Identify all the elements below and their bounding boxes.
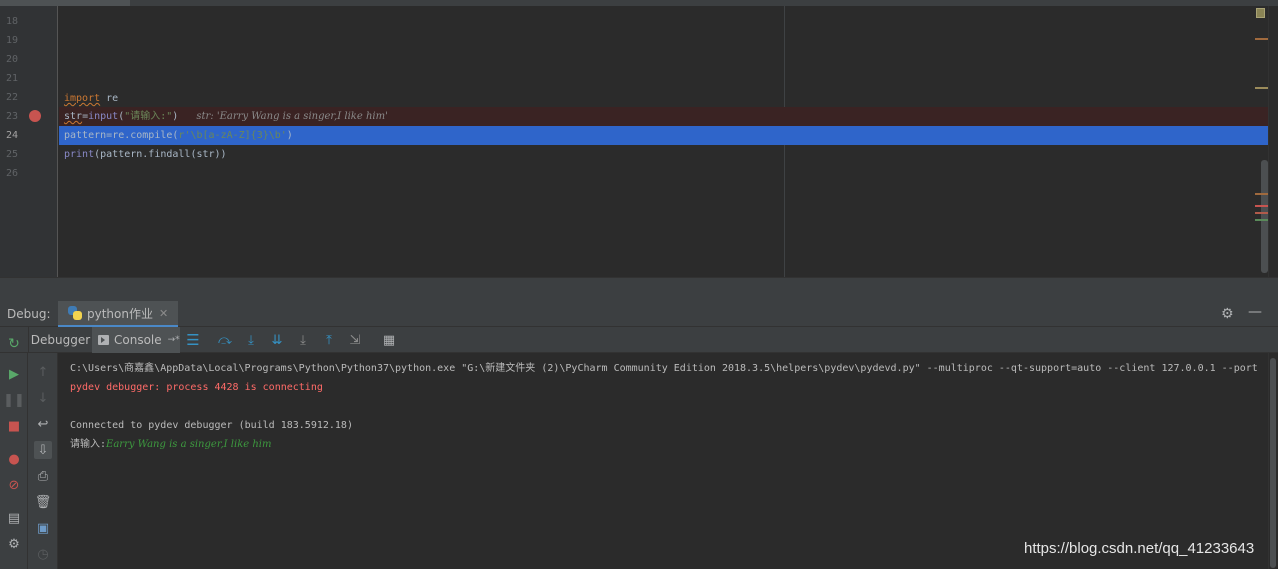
gear-icon[interactable]: ⚙ [1221,306,1234,322]
force-step-into-icon[interactable]: ⤓ [294,331,312,349]
warning-stripe[interactable] [1255,87,1268,89]
step-into-icon[interactable]: ⤓ [242,331,260,349]
soft-wrap-icon[interactable]: ↩ [34,415,52,433]
line-number: 26 [6,168,19,179]
breakpoint-icon[interactable] [29,110,41,122]
tab-console[interactable]: Console →* [92,327,180,353]
show-execution-point-icon[interactable]: ☰ [184,331,202,349]
string-literal: "请输入:" [124,111,173,122]
warning-stripe[interactable] [1255,38,1268,40]
watermark: https://blog.csdn.net/qq_41233643 [1024,540,1255,557]
code-line-25[interactable]: print(pattern.findall(str)) [59,145,1269,164]
user-input-text: Earry Wang is a singer,I like him [106,439,272,450]
inspection-status-icon[interactable] [1256,8,1265,18]
code-text: (pattern.findall(str)) [94,149,227,160]
tool-window-splitter[interactable] [0,277,1278,301]
resume-icon[interactable]: ▶ [5,365,23,383]
editor-scrollbar[interactable] [1268,6,1278,277]
code-editor[interactable]: 18 19 20 21 22 23 24 25 26 import re str… [0,0,1278,277]
code-line-22[interactable]: import re [59,89,1269,108]
tab-console-label: Console [114,333,162,347]
line-number: 25 [6,149,19,160]
identifier: pattern [64,130,107,141]
debug-actions-bar: ↻ ▶ ❚❚ ■ ● ⊘ ▤ ⚙ [0,337,28,569]
line-number: 22 [6,92,19,103]
console-input-line[interactable]: 请输入:Earry Wang is a singer,I like him [70,438,271,452]
line-number: 21 [6,73,19,84]
line-number: 18 [6,16,19,27]
line-number-current: 24 [6,130,19,141]
debug-tool-window-header: Debug: python作业 ✕ ⚙ — [0,301,1278,327]
restore-layout-icon[interactable]: ▤ [5,509,23,527]
console-icon [98,335,109,345]
run-to-cursor-icon[interactable]: ⇲ [346,331,364,349]
gear-icon[interactable]: ⚙ [5,535,23,553]
code-text: re [100,93,119,104]
mute-breakpoints-icon[interactable]: ⊘ [5,476,23,494]
trash-icon[interactable]: 🗑 [34,493,52,511]
code-text: re.compile( [112,130,179,141]
error-stripe[interactable] [1255,205,1268,207]
line-number: 19 [6,35,19,46]
identifier: str [64,111,83,122]
builtin: input [88,111,119,122]
step-out-icon[interactable]: ⤒ [320,331,338,349]
down-arrow-icon[interactable]: ↓ [34,389,52,407]
code-line-24-execution-point[interactable]: pattern=re.compile(r'\b[a-zA-Z]{3}\b') [59,126,1269,145]
code-line-23[interactable]: str=input("请输入:") str: 'Earry Wang is a … [59,107,1269,126]
tab-debugger[interactable]: Debugger [28,327,92,353]
print-icon[interactable]: ⎙ [34,467,52,485]
stop-icon[interactable]: ■ [5,417,23,435]
builtin: print [64,149,95,160]
change-stripe[interactable] [1255,219,1268,221]
line-number: 20 [6,54,19,65]
keyword: import [64,93,101,104]
editor-tab-strip [0,0,1278,6]
console-connected-line: Connected to pydev debugger (build 183.5… [70,420,353,431]
console-scrollbar-thumb[interactable] [1270,358,1276,568]
input-prompt: 请输入: [70,439,107,450]
close-icon[interactable]: ✕ [159,307,168,320]
console-output[interactable]: C:\Users\商嘉鑫\AppData\Local\Programs\Pyth… [58,353,1268,569]
evaluate-expression-icon[interactable]: ▦ [380,331,398,349]
history-icon[interactable]: ◷ [34,545,52,563]
rerun-icon[interactable]: ↻ [5,335,23,353]
pin-icon[interactable]: →* [168,335,180,345]
run-config-label: python作业 [87,306,153,321]
step-into-my-code-icon[interactable]: ⇊ [268,331,286,349]
paren: ) [286,130,293,141]
line-number: 23 [6,111,19,122]
scroll-to-end-icon[interactable]: ⇩ [34,441,52,459]
console-actions-bar: ↑ ↓ ↩ ⇩ ⎙ 🗑 ▣ ◷ [28,353,58,569]
up-arrow-icon[interactable]: ↑ [34,363,52,381]
console-debugger-status: pydev debugger: process 4428 is connecti… [70,382,323,393]
warning-stripe[interactable] [1255,193,1268,195]
run-config-tab[interactable]: python作业 ✕ [58,301,179,327]
python-icon [68,306,82,320]
hide-icon[interactable]: — [1248,304,1262,320]
error-stripe[interactable] [1255,212,1268,214]
step-over-icon[interactable]: ⤼ [216,331,234,349]
pause-icon[interactable]: ❚❚ [3,391,25,409]
editor-scrollbar-thumb[interactable] [1261,160,1268,273]
regex-literal: r'\b[a-zA-Z]{3}\b' [178,130,287,141]
view-breakpoints-icon[interactable]: ● [5,450,23,468]
console-command-line: C:\Users\商嘉鑫\AppData\Local\Programs\Pyth… [70,363,1258,374]
debug-toolbar: Debugger Console →* ☰ ⤼ ⤓ ⇊ ⤓ ⤒ ⇲ ▦ [0,327,1278,353]
python-console-icon[interactable]: ▣ [34,519,52,537]
paren: ) [172,111,179,122]
debug-title: Debug: [7,307,51,321]
inline-debug-value: str: 'Earry Wang is a singer,I like him' [196,111,388,122]
